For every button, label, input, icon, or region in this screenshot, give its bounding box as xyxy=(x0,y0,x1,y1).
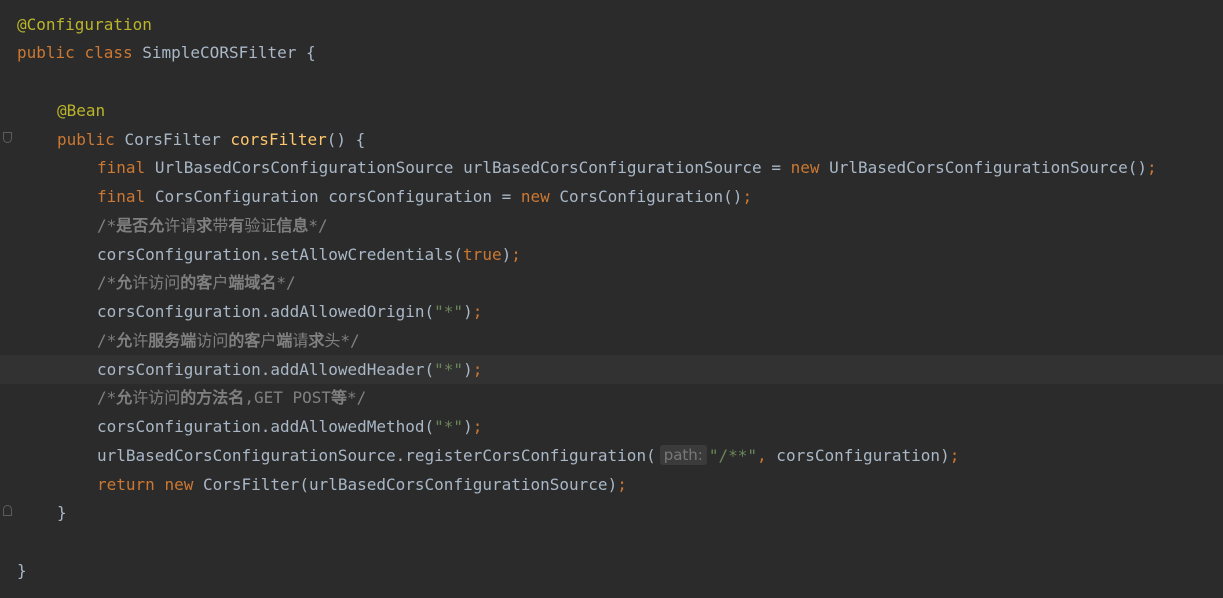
code-line-8[interactable]: /*是否允许请求带有验证信息*/ xyxy=(0,211,1223,240)
code-text: CorsFilter(urlBasedCorsConfigurationSour… xyxy=(202,475,618,494)
string-literal: "*" xyxy=(434,360,464,379)
comment: /*是否允许请求带有验证信息*/ xyxy=(97,216,328,235)
code-line-10[interactable]: /*允许访问的客户端域名*/ xyxy=(0,268,1223,297)
code-text: corsConfiguration.setAllowCredentials( xyxy=(97,245,464,264)
code-text: ) xyxy=(501,245,512,264)
close-brace: } xyxy=(57,503,67,522)
annotation: @Bean xyxy=(57,101,106,120)
semicolon: ; xyxy=(472,417,483,436)
code-line-16[interactable]: urlBasedCorsConfigurationSource.register… xyxy=(0,441,1223,470)
code-line-14[interactable]: /*允许访问的方法名,GET POST等*/ xyxy=(0,383,1223,412)
keyword-new: new xyxy=(790,158,820,177)
semicolon: ; xyxy=(1147,158,1157,177)
code-text: ) xyxy=(463,360,473,379)
string-literal: "/**" xyxy=(708,446,758,465)
code-line-1[interactable]: @Configuration xyxy=(0,10,1223,39)
code-text: CorsConfiguration corsConfiguration = xyxy=(154,187,521,206)
keyword-public: public xyxy=(57,130,115,149)
code-editor[interactable]: @Configuration public class SimpleCORSFi… xyxy=(0,0,1223,598)
keyword-class: class xyxy=(84,43,133,62)
code-text: corsConfiguration.addAllowedHeader( xyxy=(97,360,435,379)
code-text: UrlBasedCorsConfigurationSource urlBased… xyxy=(154,158,791,177)
code-text: corsConfiguration) xyxy=(766,446,950,465)
annotation: @Configuration xyxy=(17,15,152,34)
semicolon: ; xyxy=(472,302,483,321)
code-text: corsConfiguration.addAllowedOrigin( xyxy=(97,302,435,321)
keyword-new: new xyxy=(164,475,194,494)
code-line-17[interactable]: return new CorsFilter(urlBasedCorsConfig… xyxy=(0,470,1223,499)
keyword-new: new xyxy=(520,187,550,206)
code-line-11[interactable]: corsConfiguration.addAllowedOrigin("*"); xyxy=(0,297,1223,326)
code-line-2[interactable]: public class SimpleCORSFilter { xyxy=(0,38,1223,67)
code-line-9[interactable]: corsConfiguration.setAllowCredentials(tr… xyxy=(0,240,1223,269)
class-name: SimpleCORSFilter xyxy=(142,43,297,62)
keyword-return: return xyxy=(97,475,155,494)
code-text: ) xyxy=(463,417,473,436)
comment: /*允许服务端访问的客户端请求头*/ xyxy=(97,331,360,350)
code-line-4[interactable]: @Bean xyxy=(0,96,1223,125)
return-type: CorsFilter xyxy=(124,130,221,149)
code-line-20[interactable]: } xyxy=(0,556,1223,585)
code-text: ) xyxy=(463,302,473,321)
string-literal: "*" xyxy=(434,417,464,436)
parameter-hint: path: xyxy=(659,445,707,465)
code-line-6[interactable]: final UrlBasedCorsConfigurationSource ur… xyxy=(0,153,1223,182)
keyword-final: final xyxy=(97,158,146,177)
semicolon: ; xyxy=(949,446,960,465)
method-name: corsFilter xyxy=(230,130,327,149)
keyword-final: final xyxy=(97,187,146,206)
code-text: corsConfiguration.addAllowedMethod( xyxy=(97,417,435,436)
comment: /*允许访问的客户端域名*/ xyxy=(97,273,296,292)
close-brace: } xyxy=(17,561,27,580)
code-line-13-current[interactable]: corsConfiguration.addAllowedHeader("*"); xyxy=(0,355,1223,384)
code-text: urlBasedCorsConfigurationSource.register… xyxy=(97,446,656,465)
open-brace: { xyxy=(306,43,316,62)
semicolon: ; xyxy=(511,245,521,264)
comma: , xyxy=(757,446,767,465)
code-line-5[interactable]: public CorsFilter corsFilter() { xyxy=(0,125,1223,154)
semicolon: ; xyxy=(617,475,627,494)
code-line-18[interactable]: } xyxy=(0,498,1223,527)
code-text: UrlBasedCorsConfigurationSource() xyxy=(829,158,1148,177)
code-line-12[interactable]: /*允许服务端访问的客户端请求头*/ xyxy=(0,326,1223,355)
method-params: () { xyxy=(326,130,366,149)
semicolon: ; xyxy=(472,360,483,379)
string-literal: "*" xyxy=(434,302,464,321)
keyword-true: true xyxy=(463,245,502,264)
keyword-public: public xyxy=(17,43,75,62)
comment: /*允许访问的方法名,GET POST等*/ xyxy=(97,388,367,407)
semicolon: ; xyxy=(742,187,753,206)
code-line-7[interactable]: final CorsConfiguration corsConfiguratio… xyxy=(0,182,1223,211)
code-text: CorsConfiguration() xyxy=(559,187,743,206)
code-line-15[interactable]: corsConfiguration.addAllowedMethod("*"); xyxy=(0,412,1223,441)
